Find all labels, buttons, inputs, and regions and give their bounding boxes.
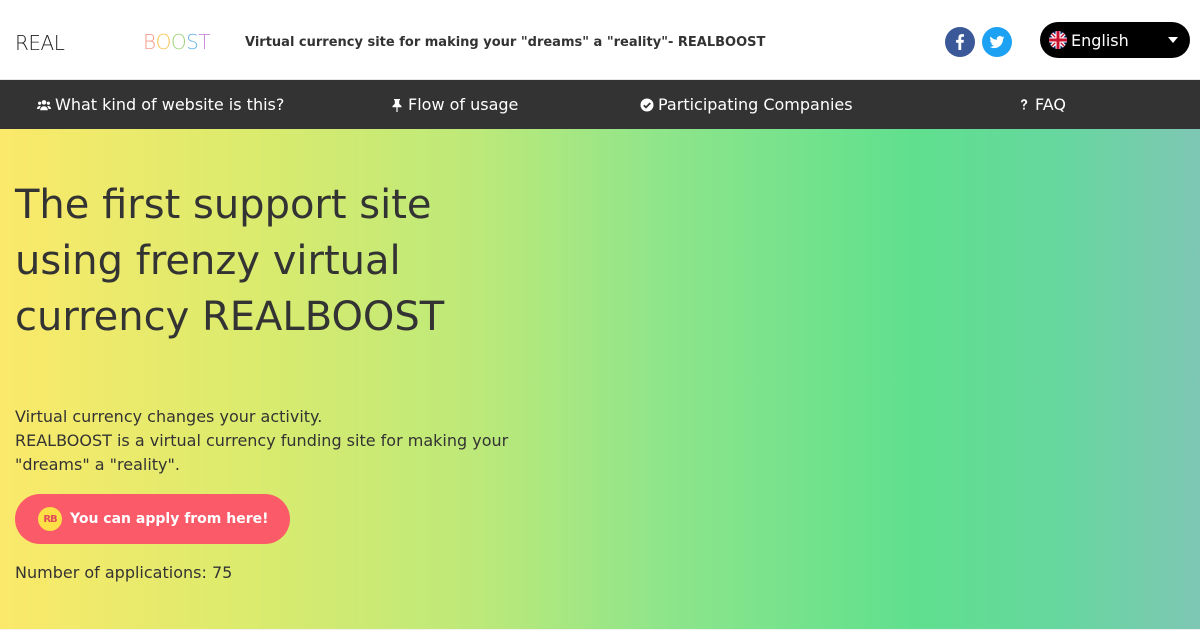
site-logo[interactable]: REAL BOOST bbox=[15, 30, 211, 56]
logo-boost-letter: S bbox=[186, 30, 199, 54]
twitter-icon bbox=[989, 35, 1005, 49]
main-nav: What kind of website is this? Flow of us… bbox=[0, 80, 1200, 129]
nav-item-label: Participating Companies bbox=[658, 95, 853, 114]
site-header: REAL BOOST Virtual currency site for mak… bbox=[0, 0, 1200, 80]
logo-real-text: REAL bbox=[15, 31, 65, 55]
uk-flag-icon bbox=[1049, 31, 1067, 49]
chevron-down-icon bbox=[1168, 37, 1178, 43]
logo-boost-letter: T bbox=[198, 30, 211, 54]
facebook-button[interactable] bbox=[945, 27, 975, 57]
nav-item-label: Flow of usage bbox=[408, 95, 519, 114]
users-icon bbox=[37, 98, 51, 112]
nav-item-about[interactable]: What kind of website is this? bbox=[37, 80, 284, 129]
apply-button[interactable]: RB You can apply from here! bbox=[15, 494, 290, 544]
hero-description-line: REALBOOST is a virtual currency funding … bbox=[15, 431, 509, 474]
hero-section: The first support site using frenzy virt… bbox=[0, 129, 1200, 629]
nav-item-flow[interactable]: Flow of usage bbox=[390, 80, 518, 129]
thumbtack-icon bbox=[390, 98, 404, 112]
facebook-icon bbox=[956, 34, 965, 50]
logo-boost-letter: O bbox=[170, 30, 187, 54]
question-icon bbox=[1017, 98, 1031, 112]
nav-item-faq[interactable]: FAQ bbox=[1017, 80, 1066, 129]
check-circle-icon bbox=[640, 98, 654, 112]
hero-title: The first support site using frenzy virt… bbox=[15, 182, 445, 340]
hero-description-line: Virtual currency changes your activity. bbox=[15, 407, 323, 426]
nav-item-label: FAQ bbox=[1035, 95, 1066, 114]
application-count-label: Number of applications: bbox=[15, 563, 207, 582]
language-selector[interactable]: English bbox=[1040, 22, 1190, 58]
logo-boost-text: BOOST bbox=[143, 30, 211, 54]
nav-item-label: What kind of website is this? bbox=[55, 95, 285, 114]
hero-description: Virtual currency changes your activity. … bbox=[15, 405, 535, 477]
logo-boost-letter: B bbox=[143, 30, 156, 54]
apply-button-label: You can apply from here! bbox=[70, 511, 269, 527]
realboost-coin-icon: RB bbox=[38, 507, 62, 531]
twitter-button[interactable] bbox=[982, 27, 1012, 57]
nav-item-companies[interactable]: Participating Companies bbox=[640, 80, 853, 129]
language-label: English bbox=[1071, 30, 1129, 50]
logo-boost-letter: O bbox=[155, 30, 172, 54]
application-count-value: 75 bbox=[211, 563, 233, 582]
site-tagline: Virtual currency site for making your "d… bbox=[245, 35, 766, 50]
application-count: Number of applications: 75 bbox=[15, 563, 232, 582]
